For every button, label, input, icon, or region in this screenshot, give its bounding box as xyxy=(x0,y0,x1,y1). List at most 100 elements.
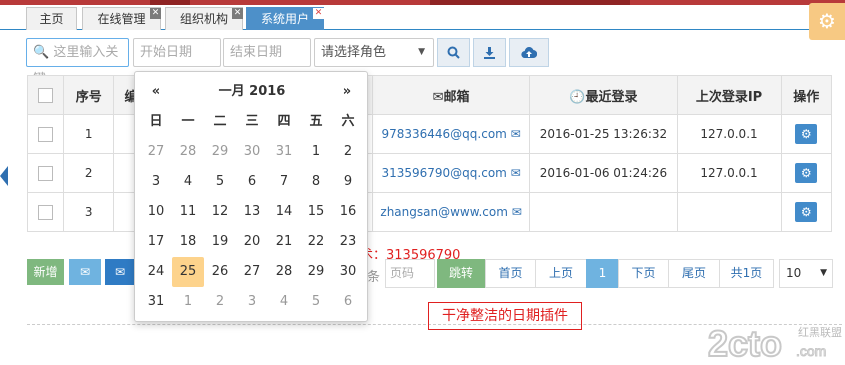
datepicker-next-button[interactable]: » xyxy=(331,77,363,107)
day-cell[interactable]: 31 xyxy=(268,137,300,167)
day-cell[interactable]: 29 xyxy=(204,137,236,167)
day-cell[interactable]: 14 xyxy=(268,197,300,227)
role-select[interactable]: 请选择角色 ▼ xyxy=(314,38,434,67)
day-cell[interactable]: 1 xyxy=(172,287,204,317)
day-cell[interactable]: 2 xyxy=(332,137,364,167)
row-checkbox[interactable] xyxy=(38,126,53,142)
row-settings-button[interactable]: ⚙ xyxy=(795,163,818,183)
day-cell[interactable]: 19 xyxy=(204,227,236,257)
search-button[interactable] xyxy=(437,38,470,67)
day-cell[interactable]: 27 xyxy=(140,137,172,167)
tab-home[interactable]: 主页 xyxy=(26,7,77,30)
day-cell[interactable]: 16 xyxy=(332,197,364,227)
day-cell[interactable]: 23 xyxy=(332,227,364,257)
day-cell[interactable]: 2 xyxy=(204,287,236,317)
row-email[interactable]: 313596790@qq.com ✉ xyxy=(371,153,531,193)
day-cell[interactable]: 28 xyxy=(268,257,300,287)
day-cell[interactable]: 4 xyxy=(172,167,204,197)
prev-page-button[interactable]: 上页 xyxy=(535,259,587,288)
close-icon[interactable]: ✕ xyxy=(150,8,161,19)
envelope-icon: ✉ xyxy=(511,205,522,219)
cloud-upload-icon xyxy=(521,47,538,59)
end-date-input[interactable]: 结束日期 xyxy=(223,38,311,67)
page-number-input[interactable]: 页码 xyxy=(385,259,435,288)
day-cell[interactable]: 3 xyxy=(140,167,172,197)
current-page-button[interactable]: 1 xyxy=(586,259,619,288)
row-settings-button[interactable]: ⚙ xyxy=(795,124,818,144)
page-size-select[interactable]: 10 ▼ xyxy=(779,259,833,288)
day-cell[interactable]: 13 xyxy=(236,197,268,227)
row-email[interactable]: 978336446@qq.com ✉ xyxy=(371,114,531,154)
start-date-input[interactable]: 开始日期 xyxy=(133,38,221,67)
day-cell[interactable]: 30 xyxy=(236,137,268,167)
day-cell[interactable]: 7 xyxy=(268,167,300,197)
close-icon[interactable]: ✕ xyxy=(313,8,324,19)
day-cell[interactable]: 11 xyxy=(172,197,204,227)
total-pages: 共1页 xyxy=(719,259,774,288)
day-cell[interactable]: 1 xyxy=(300,137,332,167)
row-actions: ⚙ xyxy=(780,192,833,232)
day-cell[interactable]: 25 xyxy=(172,257,204,287)
day-cell[interactable]: 20 xyxy=(236,227,268,257)
first-page-button[interactable]: 首页 xyxy=(485,259,536,288)
tab-online-management[interactable]: 在线管理 ✕ xyxy=(82,7,161,30)
day-cell[interactable]: 17 xyxy=(140,227,172,257)
last-page-button[interactable]: 尾页 xyxy=(668,259,720,288)
row-last-login: 2016-01-06 01:24:26 xyxy=(529,153,678,193)
select-all-header xyxy=(26,75,65,115)
mail-button[interactable]: ✉ xyxy=(69,259,101,285)
day-cell[interactable]: 28 xyxy=(172,137,204,167)
day-cell[interactable]: 26 xyxy=(204,257,236,287)
row-select-cell xyxy=(26,114,65,154)
day-cell[interactable]: 8 xyxy=(300,167,332,197)
row-email-text: zhangsan@www.com xyxy=(380,205,508,219)
sidebar-toggle-icon[interactable] xyxy=(0,166,8,186)
day-cell[interactable]: 6 xyxy=(332,287,364,317)
gear-icon: ⚙ xyxy=(800,166,812,180)
settings-gear-button[interactable]: ⚙ xyxy=(809,3,845,40)
add-button[interactable]: 新增 xyxy=(27,259,64,285)
day-cell[interactable]: 29 xyxy=(300,257,332,287)
import-button[interactable] xyxy=(509,38,549,67)
row-checkbox[interactable] xyxy=(38,204,53,220)
jump-button[interactable]: 跳转 xyxy=(437,259,485,288)
day-cell[interactable]: 15 xyxy=(300,197,332,227)
export-button[interactable] xyxy=(473,38,506,67)
day-cell[interactable]: 18 xyxy=(172,227,204,257)
day-cell[interactable]: 27 xyxy=(236,257,268,287)
role-select-value: 请选择角色 xyxy=(321,45,387,60)
day-cell[interactable]: 10 xyxy=(140,197,172,227)
day-cell[interactable]: 24 xyxy=(140,257,172,287)
search-input[interactable]: 🔍 这里输入关键 xyxy=(26,38,129,87)
day-cell[interactable]: 21 xyxy=(268,227,300,257)
select-all-checkbox[interactable] xyxy=(38,87,53,103)
row-email[interactable]: zhangsan@www.com ✉ xyxy=(371,192,531,232)
day-cell[interactable]: 30 xyxy=(332,257,364,287)
datepicker-prev-button[interactable]: « xyxy=(140,77,172,107)
mail-all-button[interactable]: ✉ xyxy=(105,259,135,285)
day-cell[interactable]: 31 xyxy=(140,287,172,317)
day-cell[interactable]: 22 xyxy=(300,227,332,257)
tab-system-users[interactable]: 系统用户 ✕ xyxy=(246,7,324,30)
total-pages-label: 共1页 xyxy=(730,266,763,280)
tab-label: 在线管理 xyxy=(97,12,146,26)
tab-organization[interactable]: 组织机构 ✕ xyxy=(165,7,243,30)
header-last-login: 🕘最近登录 xyxy=(529,75,678,115)
day-cell[interactable]: 9 xyxy=(332,167,364,197)
day-cell[interactable]: 5 xyxy=(300,287,332,317)
day-cell[interactable]: 12 xyxy=(204,197,236,227)
envelope-icon: ✉ xyxy=(432,89,444,105)
next-page-button[interactable]: 下页 xyxy=(618,259,669,288)
svg-text:红黑联盟: 红黑联盟 xyxy=(798,326,842,339)
day-cell[interactable]: 6 xyxy=(236,167,268,197)
day-cell[interactable]: 3 xyxy=(236,287,268,317)
row-checkbox[interactable] xyxy=(38,165,53,181)
day-cell[interactable]: 4 xyxy=(268,287,300,317)
weekday-label: 四 xyxy=(277,114,291,129)
day-cell[interactable]: 5 xyxy=(204,167,236,197)
row-settings-button[interactable]: ⚙ xyxy=(795,202,818,222)
close-icon[interactable]: ✕ xyxy=(232,8,243,19)
row-ip: 127.0.0.1 xyxy=(676,153,782,193)
row-select-cell xyxy=(26,153,65,193)
datepicker-title[interactable]: 一月 2016 xyxy=(172,77,332,107)
